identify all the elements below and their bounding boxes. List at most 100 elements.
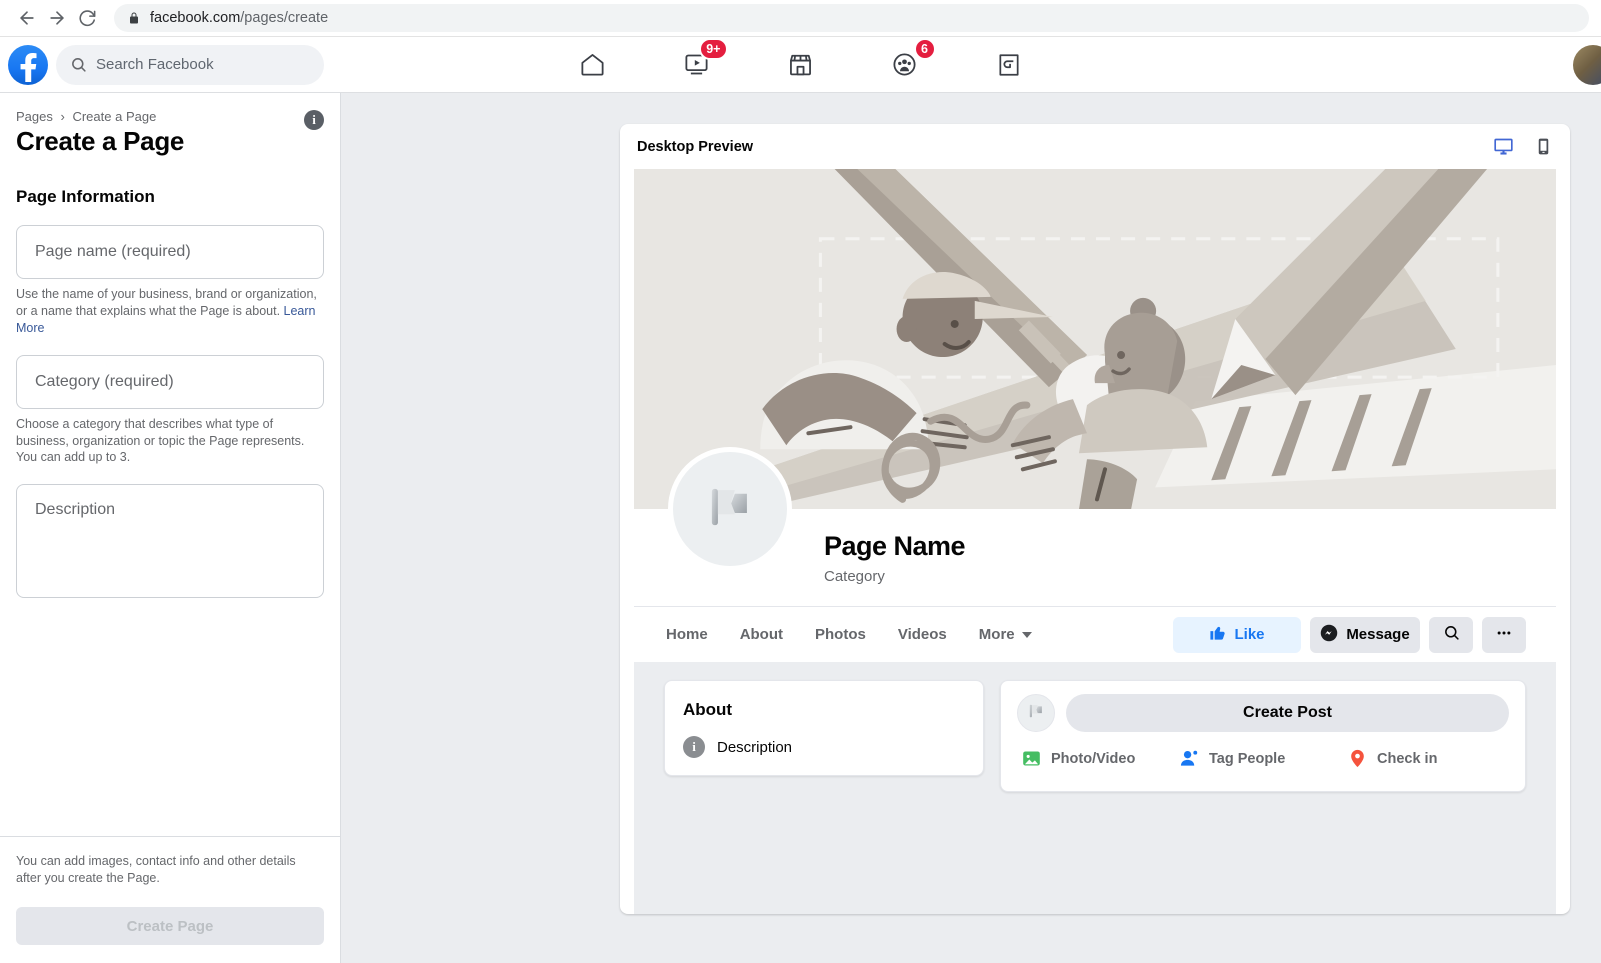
page-actions: Like Message: [1173, 617, 1526, 653]
page-search-button[interactable]: [1429, 617, 1473, 653]
page-name-help-body: Use the name of your business, brand or …: [16, 287, 317, 318]
tab-about[interactable]: About: [738, 620, 785, 649]
preview-header: Desktop Preview: [620, 124, 1570, 169]
flag-placeholder-icon: [701, 478, 759, 541]
category-help-text: Choose a category that describes what ty…: [16, 416, 324, 467]
category-input[interactable]: Category (required): [16, 355, 324, 409]
desktop-monitor-icon[interactable]: [1493, 136, 1514, 157]
store-icon: [787, 51, 814, 78]
page-category-preview: Category: [824, 568, 965, 585]
nav-gaming[interactable]: [986, 42, 1032, 88]
messenger-icon: [1320, 624, 1338, 646]
info-icon[interactable]: i: [304, 110, 324, 130]
page-identity: Page Name Category: [824, 531, 965, 585]
check-in-button[interactable]: Check in: [1347, 748, 1505, 769]
like-button[interactable]: Like: [1173, 617, 1301, 653]
photo-video-label: Photo/Video: [1051, 751, 1135, 767]
search-placeholder: Search Facebook: [96, 56, 214, 73]
breadcrumb-current: Create a Page: [72, 109, 156, 124]
create-page-button[interactable]: Create Page: [16, 907, 324, 945]
page-name-help-text: Use the name of your business, brand or …: [16, 286, 324, 337]
description-input[interactable]: Description: [16, 484, 324, 598]
info-icon: i: [683, 736, 705, 758]
check-in-label: Check in: [1377, 751, 1437, 767]
groups-badge: 6: [914, 38, 936, 60]
device-toggle-group: [1493, 136, 1553, 157]
create-post-input[interactable]: Create Post: [1066, 694, 1509, 732]
category-placeholder: Category (required): [35, 373, 174, 391]
about-card: About i Description: [664, 680, 984, 776]
tab-videos-label: Videos: [898, 626, 947, 643]
footer-note: You can add images, contact info and oth…: [16, 853, 324, 887]
page-avatar[interactable]: [668, 447, 792, 571]
tab-about-label: About: [740, 626, 783, 643]
nav-watch[interactable]: 9+: [674, 42, 720, 88]
message-button[interactable]: Message: [1310, 617, 1420, 653]
tag-people-icon: [1179, 748, 1200, 769]
desktop-preview-card: Desktop Preview: [620, 124, 1570, 914]
flag-placeholder-icon: [1026, 701, 1046, 726]
form-footer: You can add images, contact info and oth…: [0, 836, 340, 963]
breadcrumb-separator: ›: [61, 109, 65, 124]
photo-video-icon: [1021, 748, 1042, 769]
tab-videos[interactable]: Videos: [896, 620, 949, 649]
url-text: facebook.com/pages/create: [150, 10, 328, 26]
photo-video-button[interactable]: Photo/Video: [1021, 748, 1179, 769]
description-placeholder: Description: [35, 501, 115, 519]
breadcrumb-root[interactable]: Pages: [16, 109, 53, 124]
search-icon: [1443, 624, 1460, 645]
page-name-placeholder: Page name (required): [35, 243, 191, 261]
section-title-page-information: Page Information: [16, 187, 324, 207]
more-options-button[interactable]: [1482, 617, 1526, 653]
profile-row: Page Name Category: [634, 509, 1556, 606]
home-icon: [579, 51, 606, 78]
location-pin-icon: [1347, 748, 1368, 769]
page-name-input[interactable]: Page name (required): [16, 225, 324, 279]
like-button-label: Like: [1234, 626, 1264, 643]
tag-people-button[interactable]: Tag People: [1179, 748, 1347, 769]
address-bar[interactable]: facebook.com/pages/create: [114, 4, 1589, 32]
tab-home-label: Home: [666, 626, 708, 643]
form-scroll-area: Pages › Create a Page Create a Page i Pa…: [0, 93, 340, 836]
gaming-icon: [996, 52, 1022, 78]
forward-button[interactable]: [42, 3, 72, 33]
nav-home[interactable]: [570, 42, 616, 88]
search-icon: [70, 56, 87, 73]
about-description-row: i Description: [683, 736, 965, 758]
page-name-preview: Page Name: [824, 531, 965, 562]
watch-badge: 9+: [699, 38, 727, 60]
preview-area: Desktop Preview: [341, 93, 1601, 963]
tab-home[interactable]: Home: [664, 620, 710, 649]
page-feed: About i Description: [634, 662, 1556, 914]
back-button[interactable]: [12, 3, 42, 33]
facebook-logo-icon[interactable]: [8, 45, 48, 85]
about-card-title: About: [683, 700, 965, 720]
header-left-group: Search Facebook: [0, 45, 324, 85]
cover-artwork: [634, 169, 1556, 509]
page-body: Pages › Create a Page Create a Page i Pa…: [0, 93, 1601, 963]
url-domain: facebook.com: [150, 10, 240, 26]
nav-marketplace[interactable]: [778, 42, 824, 88]
breadcrumb: Pages › Create a Page: [16, 109, 324, 124]
page-title: Create a Page: [16, 126, 324, 157]
reload-button[interactable]: [72, 3, 102, 33]
nav-groups[interactable]: 6: [882, 42, 928, 88]
thumbs-up-icon: [1209, 624, 1226, 645]
tab-more-label: More: [979, 626, 1015, 643]
about-description: Description: [717, 739, 792, 756]
lock-icon: [128, 11, 140, 25]
groups-icon: [891, 51, 918, 78]
ellipsis-icon: [1495, 624, 1513, 646]
search-input[interactable]: Search Facebook: [56, 45, 324, 85]
page-tabs-row: Home About Photos Videos More Like: [634, 606, 1556, 662]
url-path: /pages/create: [240, 10, 328, 26]
avatar[interactable]: [1573, 45, 1601, 85]
composer-avatar: [1017, 694, 1055, 732]
post-composer: Create Post Photo/Video: [1000, 680, 1526, 792]
tab-more[interactable]: More: [977, 620, 1034, 649]
cover-illustration: [634, 169, 1556, 509]
tab-photos[interactable]: Photos: [813, 620, 868, 649]
browser-toolbar: facebook.com/pages/create: [0, 0, 1601, 37]
mobile-phone-icon[interactable]: [1534, 137, 1553, 156]
message-button-label: Message: [1346, 626, 1409, 643]
